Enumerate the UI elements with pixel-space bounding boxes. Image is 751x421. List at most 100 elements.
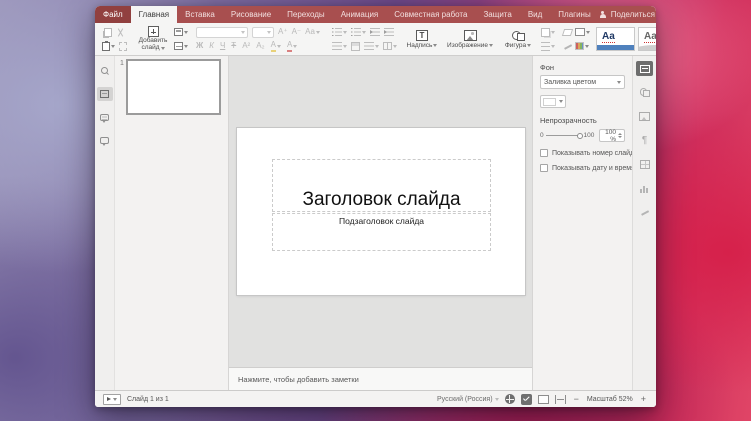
chart-settings-tab[interactable] [636, 181, 653, 196]
slide-reset-button[interactable] [174, 42, 188, 50]
opacity-max-label: 100 [583, 132, 595, 139]
slide-size-icon [575, 28, 585, 36]
opacity-slider[interactable] [545, 132, 583, 139]
copy-style-button[interactable] [563, 42, 572, 50]
slide-layout-icon [174, 28, 183, 36]
color-scheme-button[interactable] [575, 42, 589, 50]
columns-button[interactable] [383, 42, 397, 50]
tab-view[interactable]: Вид [520, 6, 550, 23]
insert-textbox-button[interactable]: Т Надпись [402, 29, 442, 49]
horizontal-align-button[interactable] [332, 42, 347, 50]
strikethrough-button[interactable]: Ŧ [231, 41, 236, 51]
tab-home[interactable]: Главная [130, 6, 178, 23]
tab-protection[interactable]: Защита [475, 6, 519, 23]
shape-settings-tab[interactable] [636, 85, 653, 100]
cut-button[interactable] [116, 28, 125, 37]
theme-gallery: Aa Aa Aa [596, 25, 656, 53]
search-button[interactable] [97, 64, 113, 78]
start-slideshow-button[interactable] [103, 393, 121, 405]
background-color-picker[interactable] [540, 95, 566, 108]
slide-size-button[interactable] [575, 28, 590, 36]
font-size-combo[interactable] [252, 26, 274, 38]
image-settings-tab[interactable] [636, 109, 653, 124]
document-language-icon[interactable] [504, 394, 515, 404]
select-button[interactable] [119, 41, 127, 51]
background-fill-select[interactable]: Заливка цветом [540, 75, 625, 89]
spellcheck-icon[interactable] [520, 393, 532, 405]
tab-insert[interactable]: Вставка [177, 6, 223, 23]
notes-area[interactable]: Нажмите, чтобы добавить заметки [229, 367, 532, 390]
theme-tile-blue[interactable]: Aa [596, 27, 635, 51]
italic-button[interactable]: К [209, 41, 214, 51]
notes-placeholder-text: Нажмите, чтобы добавить заметки [238, 374, 359, 384]
slide-reset-icon [174, 42, 183, 50]
share-button[interactable]: Поделиться [599, 6, 656, 23]
arrange-shape-button[interactable] [541, 27, 555, 37]
decrease-font-button[interactable]: А⁻ [292, 27, 302, 37]
add-slide-button[interactable]: Добавить слайд [135, 26, 171, 52]
slide-layout-button[interactable] [174, 28, 188, 36]
insert-shape-button[interactable]: Фигура [498, 30, 538, 49]
font-color-button[interactable]: А [286, 40, 298, 52]
tab-transitions[interactable]: Переходы [279, 6, 333, 23]
show-slide-number-checkbox[interactable]: Показывать номер слайда [540, 149, 638, 157]
tab-file[interactable]: Файл [95, 6, 131, 23]
table-settings-tab[interactable] [636, 157, 653, 172]
clear-style-button[interactable] [561, 28, 574, 36]
increase-indent-button[interactable] [384, 28, 394, 36]
signature-settings-tab[interactable] [636, 205, 653, 220]
slides-panel-button[interactable] [96, 87, 113, 101]
spin-down-icon[interactable] [618, 136, 622, 138]
status-bar-right: Русский (Россия) − Масштаб 52% + [437, 393, 648, 405]
language-selector[interactable]: Русский (Россия) [437, 396, 499, 403]
line-spacing-button[interactable] [364, 42, 379, 50]
underline-button[interactable]: Ч [220, 41, 225, 51]
chart-settings-icon [639, 184, 650, 193]
font-name-combo[interactable] [196, 26, 248, 38]
paragraph-settings-tab[interactable]: ¶ [636, 133, 653, 148]
increase-indent-icon [384, 28, 394, 36]
fit-to-width-icon[interactable] [554, 394, 566, 404]
slide-settings-tab[interactable] [636, 61, 653, 76]
decrease-indent-button[interactable] [370, 28, 380, 36]
add-slide-label-2: слайд [141, 44, 160, 51]
paste-button[interactable] [102, 40, 115, 51]
opacity-value-spinner[interactable]: 100 % [599, 129, 625, 143]
numbering-button[interactable] [351, 28, 366, 36]
slide-thumbnail[interactable] [126, 59, 221, 115]
slide-group: Добавить слайд [131, 25, 192, 53]
tab-collaboration[interactable]: Совместная работа [386, 6, 475, 23]
superscript-button[interactable]: А² [242, 41, 250, 51]
copy-button[interactable] [102, 27, 112, 37]
table-settings-icon [639, 160, 650, 169]
zoom-out-button[interactable]: − [572, 394, 581, 404]
fit-to-slide-icon[interactable] [537, 394, 549, 404]
chat-icon [100, 136, 109, 146]
vertical-align-button[interactable] [351, 41, 360, 51]
zoom-in-button[interactable]: + [639, 394, 648, 404]
slide-canvas[interactable]: Заголовок слайда Подзаголовок слайда [237, 128, 525, 295]
theme-tile-grey[interactable]: Aa [638, 27, 656, 51]
tab-plugins[interactable]: Плагины [550, 6, 598, 23]
opacity-slider-row: 0 100 100 % [540, 129, 625, 143]
insert-image-button[interactable]: Изображение [445, 29, 495, 49]
bullets-button[interactable] [332, 28, 347, 36]
share-label: Поделиться [610, 10, 655, 19]
opacity-slider-knob[interactable] [576, 132, 583, 139]
subscript-button[interactable]: А₂ [256, 41, 264, 51]
bold-button[interactable]: Ж [196, 41, 203, 51]
change-case-button[interactable]: Аа [305, 27, 320, 37]
slide-thumbnail-panel: 1 [115, 56, 229, 390]
title-placeholder[interactable]: Заголовок слайда [272, 159, 491, 212]
tab-animation[interactable]: Анимация [333, 6, 387, 23]
app-window: Файл Главная Вставка Рисование Переходы … [95, 6, 656, 407]
align-shape-button[interactable] [541, 41, 555, 51]
increase-font-button[interactable]: А⁺ [278, 27, 288, 37]
show-date-time-checkbox[interactable]: Показывать дату и время [540, 164, 635, 172]
spin-up-icon[interactable] [618, 133, 622, 135]
subtitle-placeholder[interactable]: Подзаголовок слайда [272, 213, 491, 251]
tab-draw[interactable]: Рисование [223, 6, 279, 23]
comments-button[interactable] [97, 110, 113, 124]
chat-button[interactable] [97, 133, 113, 147]
highlight-color-button[interactable]: А [270, 40, 281, 52]
